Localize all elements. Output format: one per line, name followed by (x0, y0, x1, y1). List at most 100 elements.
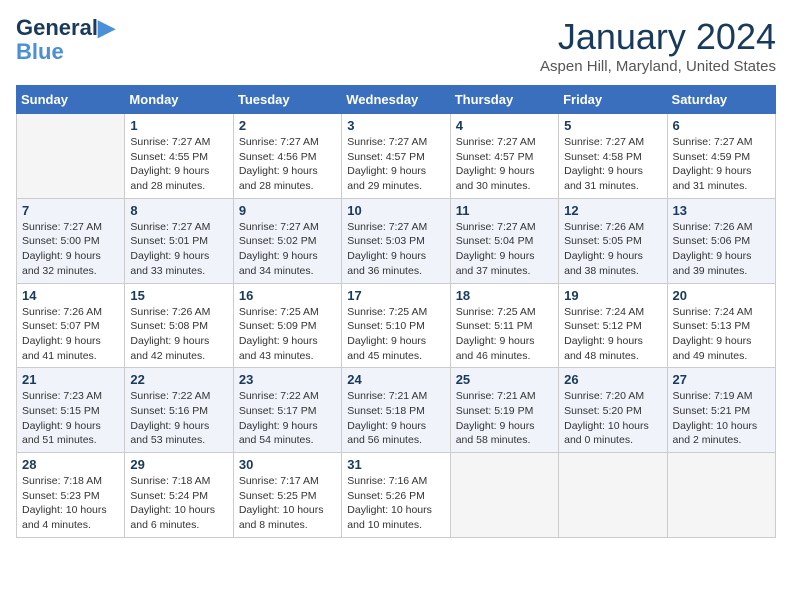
day-info: Sunrise: 7:27 AMSunset: 4:55 PMDaylight:… (130, 135, 227, 194)
day-number: 26 (564, 372, 661, 387)
table-row: 30 Sunrise: 7:17 AMSunset: 5:25 PMDayligh… (233, 453, 341, 538)
month-title: January 2024 (540, 16, 776, 58)
col-wednesday: Wednesday (342, 86, 450, 114)
day-number: 20 (673, 288, 770, 303)
table-row: 23 Sunrise: 7:22 AMSunset: 5:17 PMDayligh… (233, 368, 341, 453)
day-info: Sunrise: 7:27 AMSunset: 5:02 PMDaylight:… (239, 220, 336, 279)
day-number: 11 (456, 203, 553, 218)
table-row: 18 Sunrise: 7:25 AMSunset: 5:11 PMDayligh… (450, 283, 558, 368)
day-info: Sunrise: 7:25 AMSunset: 5:10 PMDaylight:… (347, 305, 444, 364)
day-info: Sunrise: 7:25 AMSunset: 5:11 PMDaylight:… (456, 305, 553, 364)
day-info: Sunrise: 7:26 AMSunset: 5:07 PMDaylight:… (22, 305, 119, 364)
day-number: 30 (239, 457, 336, 472)
day-number: 24 (347, 372, 444, 387)
day-info: Sunrise: 7:24 AMSunset: 5:13 PMDaylight:… (673, 305, 770, 364)
table-row: 8Sunrise: 7:27 AMSunset: 5:01 PMDaylight… (125, 198, 233, 283)
table-row: 5 Sunrise: 7:27 AMSunset: 4:58 PMDaylight… (559, 114, 667, 199)
day-info: Sunrise: 7:26 AMSunset: 5:05 PMDaylight:… (564, 220, 661, 279)
day-number: 3 (347, 118, 444, 133)
day-info: Sunrise: 7:22 AMSunset: 5:17 PMDaylight:… (239, 389, 336, 448)
day-number: 22 (130, 372, 227, 387)
day-number: 29 (130, 457, 227, 472)
table-row (667, 453, 775, 538)
table-row: 13Sunrise: 7:26 AMSunset: 5:06 PMDayligh… (667, 198, 775, 283)
calendar-week-row: 1 Sunrise: 7:27 AMSunset: 4:55 PMDaylight… (17, 114, 776, 199)
table-row: 24 Sunrise: 7:21 AMSunset: 5:18 PMDayligh… (342, 368, 450, 453)
day-info: Sunrise: 7:27 AMSunset: 4:57 PMDaylight:… (347, 135, 444, 194)
table-row: 21Sunrise: 7:23 AMSunset: 5:15 PMDayligh… (17, 368, 125, 453)
day-number: 18 (456, 288, 553, 303)
day-number: 27 (673, 372, 770, 387)
table-row: 15Sunrise: 7:26 AMSunset: 5:08 PMDayligh… (125, 283, 233, 368)
day-number: 12 (564, 203, 661, 218)
table-row (450, 453, 558, 538)
day-info: Sunrise: 7:20 AMSunset: 5:20 PMDaylight:… (564, 389, 661, 448)
day-info: Sunrise: 7:18 AMSunset: 5:24 PMDaylight:… (130, 474, 227, 533)
title-block: January 2024 Aspen Hill, Maryland, Unite… (540, 16, 776, 75)
day-info: Sunrise: 7:27 AMSunset: 4:56 PMDaylight:… (239, 135, 336, 194)
table-row: 27Sunrise: 7:19 AMSunset: 5:21 PMDayligh… (667, 368, 775, 453)
day-info: Sunrise: 7:18 AMSunset: 5:23 PMDaylight:… (22, 474, 119, 533)
table-row: 17 Sunrise: 7:25 AMSunset: 5:10 PMDayligh… (342, 283, 450, 368)
day-info: Sunrise: 7:16 AMSunset: 5:26 PMDaylight:… (347, 474, 444, 533)
day-number: 14 (22, 288, 119, 303)
col-monday: Monday (125, 86, 233, 114)
day-number: 28 (22, 457, 119, 472)
day-info: Sunrise: 7:21 AMSunset: 5:18 PMDaylight:… (347, 389, 444, 448)
col-thursday: Thursday (450, 86, 558, 114)
calendar-header-row: Sunday Monday Tuesday Wednesday Thursday… (17, 86, 776, 114)
day-number: 10 (347, 203, 444, 218)
day-number: 31 (347, 457, 444, 472)
day-number: 1 (130, 118, 227, 133)
col-sunday: Sunday (17, 86, 125, 114)
table-row: 3 Sunrise: 7:27 AMSunset: 4:57 PMDaylight… (342, 114, 450, 199)
table-row: 12 Sunrise: 7:26 AMSunset: 5:05 PMDayligh… (559, 198, 667, 283)
table-row: 10 Sunrise: 7:27 AMSunset: 5:03 PMDayligh… (342, 198, 450, 283)
table-row: 22 Sunrise: 7:22 AMSunset: 5:16 PMDayligh… (125, 368, 233, 453)
day-number: 7 (22, 203, 119, 218)
col-saturday: Saturday (667, 86, 775, 114)
logo-line2: Blue (16, 40, 115, 64)
day-info: Sunrise: 7:27 AMSunset: 5:03 PMDaylight:… (347, 220, 444, 279)
day-number: 23 (239, 372, 336, 387)
day-number: 6 (673, 118, 770, 133)
table-row: 20 Sunrise: 7:24 AMSunset: 5:13 PMDayligh… (667, 283, 775, 368)
day-info: Sunrise: 7:27 AMSunset: 4:58 PMDaylight:… (564, 135, 661, 194)
day-number: 9 (239, 203, 336, 218)
page-header: General▶ Blue January 2024 Aspen Hill, M… (16, 16, 776, 75)
day-info: Sunrise: 7:27 AMSunset: 4:57 PMDaylight:… (456, 135, 553, 194)
table-row: 31 Sunrise: 7:16 AMSunset: 5:26 PMDayligh… (342, 453, 450, 538)
table-row (17, 114, 125, 199)
day-info: Sunrise: 7:17 AMSunset: 5:25 PMDaylight:… (239, 474, 336, 533)
table-row: 16 Sunrise: 7:25 AMSunset: 5:09 PMDayligh… (233, 283, 341, 368)
logo: General▶ Blue (16, 16, 115, 64)
day-number: 2 (239, 118, 336, 133)
day-number: 13 (673, 203, 770, 218)
calendar-table: Sunday Monday Tuesday Wednesday Thursday… (16, 85, 776, 538)
table-row: 14 Sunrise: 7:26 AMSunset: 5:07 PMDayligh… (17, 283, 125, 368)
day-number: 5 (564, 118, 661, 133)
day-info: Sunrise: 7:26 AMSunset: 5:08 PMDaylight:… (130, 305, 227, 364)
table-row: 26 Sunrise: 7:20 AMSunset: 5:20 PMDayligh… (559, 368, 667, 453)
day-info: Sunrise: 7:21 AMSunset: 5:19 PMDaylight:… (456, 389, 553, 448)
day-number: 17 (347, 288, 444, 303)
table-row: 28 Sunrise: 7:18 AMSunset: 5:23 PMDayligh… (17, 453, 125, 538)
day-info: Sunrise: 7:25 AMSunset: 5:09 PMDaylight:… (239, 305, 336, 364)
day-info: Sunrise: 7:24 AMSunset: 5:12 PMDaylight:… (564, 305, 661, 364)
calendar-week-row: 28 Sunrise: 7:18 AMSunset: 5:23 PMDayligh… (17, 453, 776, 538)
day-info: Sunrise: 7:22 AMSunset: 5:16 PMDaylight:… (130, 389, 227, 448)
day-number: 4 (456, 118, 553, 133)
day-number: 19 (564, 288, 661, 303)
table-row: 11Sunrise: 7:27 AMSunset: 5:04 PMDayligh… (450, 198, 558, 283)
col-friday: Friday (559, 86, 667, 114)
table-row: 4 Sunrise: 7:27 AMSunset: 4:57 PMDaylight… (450, 114, 558, 199)
day-info: Sunrise: 7:27 AMSunset: 5:01 PMDaylight:… (130, 220, 227, 279)
day-info: Sunrise: 7:27 AMSunset: 4:59 PMDaylight:… (673, 135, 770, 194)
day-number: 25 (456, 372, 553, 387)
calendar-week-row: 14 Sunrise: 7:26 AMSunset: 5:07 PMDayligh… (17, 283, 776, 368)
calendar-week-row: 7Sunrise: 7:27 AMSunset: 5:00 PMDaylight… (17, 198, 776, 283)
table-row: 9 Sunrise: 7:27 AMSunset: 5:02 PMDaylight… (233, 198, 341, 283)
col-tuesday: Tuesday (233, 86, 341, 114)
day-number: 16 (239, 288, 336, 303)
table-row: 6 Sunrise: 7:27 AMSunset: 4:59 PMDaylight… (667, 114, 775, 199)
